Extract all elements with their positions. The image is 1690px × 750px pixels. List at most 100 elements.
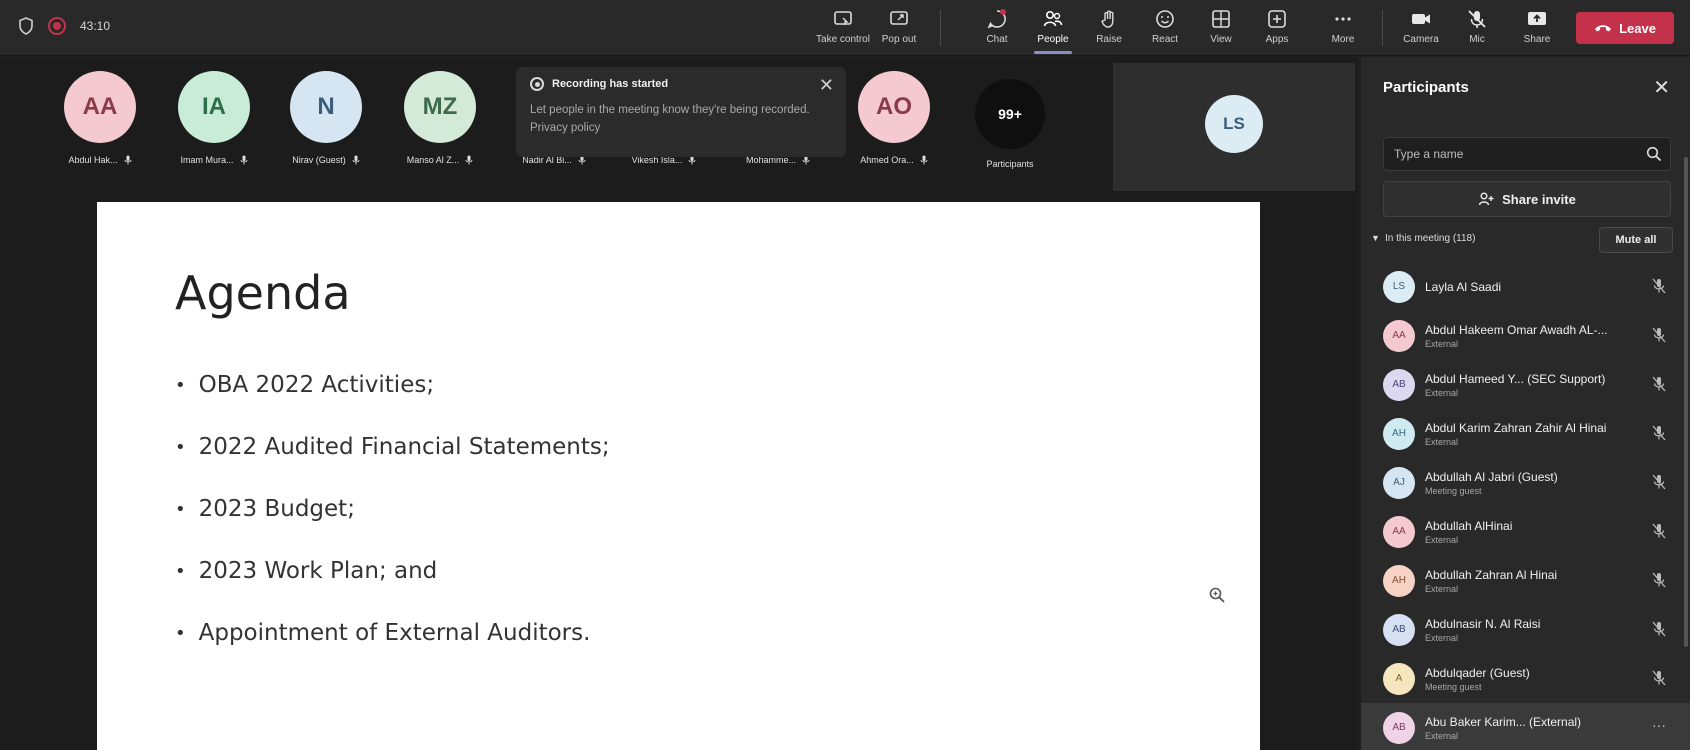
view-label: View bbox=[1210, 34, 1232, 45]
toolbar-divider bbox=[940, 10, 941, 46]
mic-muted-icon bbox=[1652, 621, 1666, 637]
search-icon[interactable] bbox=[1646, 146, 1662, 162]
avatar: AB bbox=[1383, 711, 1415, 744]
participant-row[interactable]: AB Abdulnasir N. Al Raisi External bbox=[1361, 605, 1690, 654]
mic-label: Mic bbox=[1469, 34, 1485, 45]
pop-out-button[interactable]: Pop out bbox=[870, 6, 928, 52]
participant-tile[interactable]: AA Abdul Hak... bbox=[44, 71, 156, 165]
people-icon bbox=[1043, 10, 1063, 27]
close-icon[interactable]: ✕ bbox=[1653, 75, 1670, 100]
avatar: AH bbox=[1383, 564, 1415, 597]
mic-muted-icon bbox=[1652, 327, 1666, 343]
more-options-icon[interactable]: ··· bbox=[1652, 717, 1666, 733]
participants-overflow-label: Participants bbox=[986, 159, 1034, 169]
avatar: AA bbox=[1383, 319, 1415, 352]
mic-muted-icon bbox=[240, 155, 247, 165]
leave-button[interactable]: Leave bbox=[1576, 12, 1674, 44]
participant-search bbox=[1383, 137, 1671, 171]
slide-bullet: 2022 Audited Financial Statements; bbox=[175, 416, 610, 478]
participant-name: Imam Mura... bbox=[180, 155, 234, 165]
participant-row[interactable]: LS Layla Al Saadi bbox=[1361, 262, 1690, 311]
participant-name: Abdul Hakeem Omar Awadh AL-... bbox=[1425, 322, 1608, 337]
participant-tile[interactable]: N Nirav (Guest) bbox=[270, 71, 382, 165]
people-label: People bbox=[1037, 34, 1069, 45]
more-icon bbox=[1335, 17, 1351, 21]
view-button[interactable]: View bbox=[1192, 6, 1250, 52]
recording-notification: Recording has started ✕ Let people in th… bbox=[516, 67, 846, 157]
mic-muted-icon bbox=[352, 155, 360, 165]
participant-role: External bbox=[1425, 730, 1459, 741]
stage-margin bbox=[1263, 202, 1358, 750]
share-button[interactable]: Share bbox=[1508, 6, 1566, 52]
toolbar-divider bbox=[1382, 10, 1383, 46]
slide-bullet: 2023 Budget; bbox=[175, 478, 610, 540]
raise-hand-button[interactable]: Raise bbox=[1080, 6, 1138, 52]
zoom-icon[interactable] bbox=[1208, 586, 1226, 604]
notification-body: Let people in the meeting know they're b… bbox=[530, 104, 810, 134]
avatar: A bbox=[1383, 662, 1415, 695]
take-control-button[interactable]: Take control bbox=[814, 6, 872, 52]
slide-bullet-list: OBA 2022 Activities; 2022 Audited Financ… bbox=[175, 354, 610, 664]
camera-button[interactable]: Camera bbox=[1392, 6, 1450, 52]
more-button[interactable]: More bbox=[1314, 6, 1372, 52]
participant-row[interactable]: AA Abdullah AlHinai External bbox=[1361, 507, 1690, 556]
meeting-stage: AA Abdul Hak... IA Imam Mura... N Nirav … bbox=[0, 57, 1358, 750]
participants-overflow-tile[interactable]: 99+ Participants bbox=[970, 79, 1050, 169]
mute-all-button[interactable]: Mute all bbox=[1599, 227, 1673, 253]
participant-tile[interactable]: IA Imam Mura... bbox=[158, 71, 270, 165]
people-button[interactable]: People bbox=[1024, 6, 1082, 54]
participant-name: Abdullah Zahran Al Hinai bbox=[1425, 567, 1558, 582]
mic-muted-icon bbox=[1652, 572, 1666, 588]
participant-row[interactable]: AB Abdul Hameed Y... (SEC Support) Extern… bbox=[1361, 360, 1690, 409]
in-meeting-section-header[interactable]: ▼ In this meeting (118) Mute all bbox=[1369, 225, 1679, 255]
participant-name: Abu Baker Karim... (External) bbox=[1425, 714, 1582, 729]
avatar: MZ bbox=[404, 71, 476, 143]
recording-indicator-icon bbox=[48, 17, 66, 35]
take-control-label: Take control bbox=[816, 34, 870, 45]
avatar: AJ bbox=[1383, 466, 1415, 499]
slide-bullet: OBA 2022 Activities; bbox=[175, 354, 610, 416]
share-invite-button[interactable]: Share invite bbox=[1383, 181, 1671, 217]
participant-tile[interactable]: MZ Manso Al Z... bbox=[384, 71, 496, 165]
pop-out-label: Pop out bbox=[881, 34, 917, 45]
avatar: AB bbox=[1383, 368, 1415, 401]
participant-role: External bbox=[1425, 338, 1459, 349]
close-icon[interactable]: ✕ bbox=[819, 75, 834, 96]
avatar: IA bbox=[178, 71, 250, 143]
mic-button[interactable]: Mic bbox=[1448, 6, 1506, 52]
panel-scrollbar[interactable] bbox=[1684, 157, 1688, 647]
chat-button[interactable]: Chat bbox=[968, 6, 1026, 52]
avatar: AA bbox=[64, 71, 136, 143]
participant-row[interactable]: A Abdulqader (Guest) Meeting guest bbox=[1361, 654, 1690, 703]
participant-tile[interactable]: AO Ahmed Ora... bbox=[838, 71, 950, 165]
participant-name: Nirav (Guest) bbox=[292, 155, 346, 165]
meeting-timer: 43:10 bbox=[80, 19, 111, 33]
mic-muted-icon bbox=[1652, 474, 1666, 490]
participant-row[interactable]: AJ Abdullah Al Jabri (Guest) Meeting gues… bbox=[1361, 458, 1690, 507]
participant-list: LS Layla Al Saadi AA Abdul Hakeem Omar A… bbox=[1361, 262, 1690, 750]
take-control-icon bbox=[834, 11, 852, 25]
avatar: AH bbox=[1383, 417, 1415, 450]
participant-role: External bbox=[1425, 387, 1459, 398]
slide-bullet: Appointment of External Auditors. bbox=[175, 602, 610, 664]
mic-muted-icon bbox=[1652, 670, 1666, 686]
avatar: AA bbox=[1383, 515, 1415, 548]
record-icon bbox=[530, 77, 544, 91]
more-label: More bbox=[1331, 34, 1355, 45]
participant-row[interactable]: AH Abdullah Zahran Al Hinai External bbox=[1361, 556, 1690, 605]
participant-row[interactable]: AH Abdul Karim Zahran Zahir Al Hinai Exte… bbox=[1361, 409, 1690, 458]
participant-row[interactable]: AB Abu Baker Karim... (External) External… bbox=[1361, 703, 1690, 750]
participant-name: Manso Al Z... bbox=[406, 155, 460, 165]
react-icon bbox=[1156, 10, 1174, 28]
participant-name: Abdulqader (Guest) bbox=[1425, 665, 1530, 680]
react-button[interactable]: React bbox=[1136, 6, 1194, 52]
search-input[interactable] bbox=[1384, 138, 1624, 170]
self-view-tile[interactable]: LS bbox=[1113, 63, 1355, 191]
slide-title: Agenda bbox=[175, 266, 351, 320]
participant-row[interactable]: AA Abdul Hakeem Omar Awadh AL-... Externa… bbox=[1361, 311, 1690, 360]
participant-name: Abdul Karim Zahran Zahir Al Hinai bbox=[1425, 420, 1607, 435]
apps-button[interactable]: Apps bbox=[1248, 6, 1306, 52]
camera-icon bbox=[1412, 14, 1430, 24]
participant-name: Abdulnasir N. Al Raisi bbox=[1425, 616, 1541, 631]
participant-name: Abdullah AlHinai bbox=[1425, 518, 1513, 533]
